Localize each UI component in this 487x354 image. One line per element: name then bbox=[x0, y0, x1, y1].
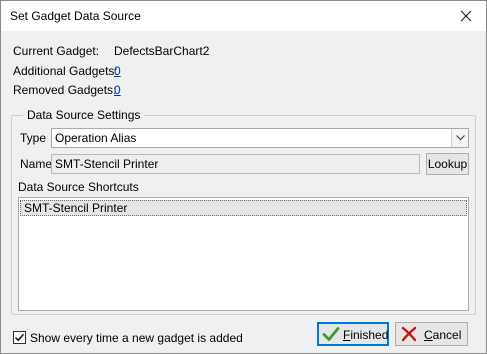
red-x-icon bbox=[401, 326, 417, 342]
checkmark-icon bbox=[14, 333, 25, 342]
lookup-button-label: Lookup bbox=[427, 157, 468, 171]
data-source-settings-title: Data Source Settings bbox=[23, 108, 145, 122]
finished-button-label: Finished bbox=[343, 328, 389, 342]
cancel-button-label: Cancel bbox=[424, 328, 462, 342]
title-bar: Set Gadget Data Source bbox=[1, 1, 486, 31]
show-every-time-label: Show every time a new gadget is added bbox=[30, 331, 243, 345]
shortcuts-list[interactable]: SMT-Stencil Printer bbox=[18, 197, 469, 311]
lookup-button[interactable]: Lookup bbox=[426, 153, 469, 175]
current-gadget-label: Current Gadget: bbox=[13, 44, 100, 58]
additional-gadgets-link[interactable]: 0 bbox=[114, 64, 121, 78]
green-check-icon bbox=[322, 327, 340, 341]
type-select-value: Operation Alias bbox=[55, 131, 137, 145]
list-item[interactable]: SMT-Stencil Printer bbox=[20, 200, 467, 216]
shortcuts-label: Data Source Shortcuts bbox=[18, 180, 139, 194]
type-label: Type bbox=[20, 131, 47, 145]
current-gadget-value: DefectsBarChart2 bbox=[114, 44, 210, 58]
type-select[interactable]: Operation Alias bbox=[51, 128, 469, 148]
dialog-window: Set Gadget Data Source Current Gadget: D… bbox=[0, 0, 487, 354]
finished-button[interactable]: Finished bbox=[317, 322, 389, 346]
name-field-value: SMT-Stencil Printer bbox=[55, 157, 159, 171]
close-button[interactable] bbox=[446, 1, 486, 31]
show-every-time-checkbox[interactable] bbox=[13, 331, 26, 344]
chevron-down-icon[interactable] bbox=[451, 129, 468, 147]
removed-gadgets-link[interactable]: 0 bbox=[114, 83, 121, 97]
cancel-button[interactable]: Cancel bbox=[395, 322, 468, 346]
additional-gadgets-label: Additional Gadgets: bbox=[13, 64, 118, 78]
name-field[interactable]: SMT-Stencil Printer bbox=[51, 154, 420, 174]
close-icon bbox=[460, 10, 472, 22]
removed-gadgets-label: Removed Gadgets: bbox=[13, 83, 117, 97]
name-label: Name bbox=[20, 157, 53, 171]
dialog-title: Set Gadget Data Source bbox=[10, 9, 141, 23]
